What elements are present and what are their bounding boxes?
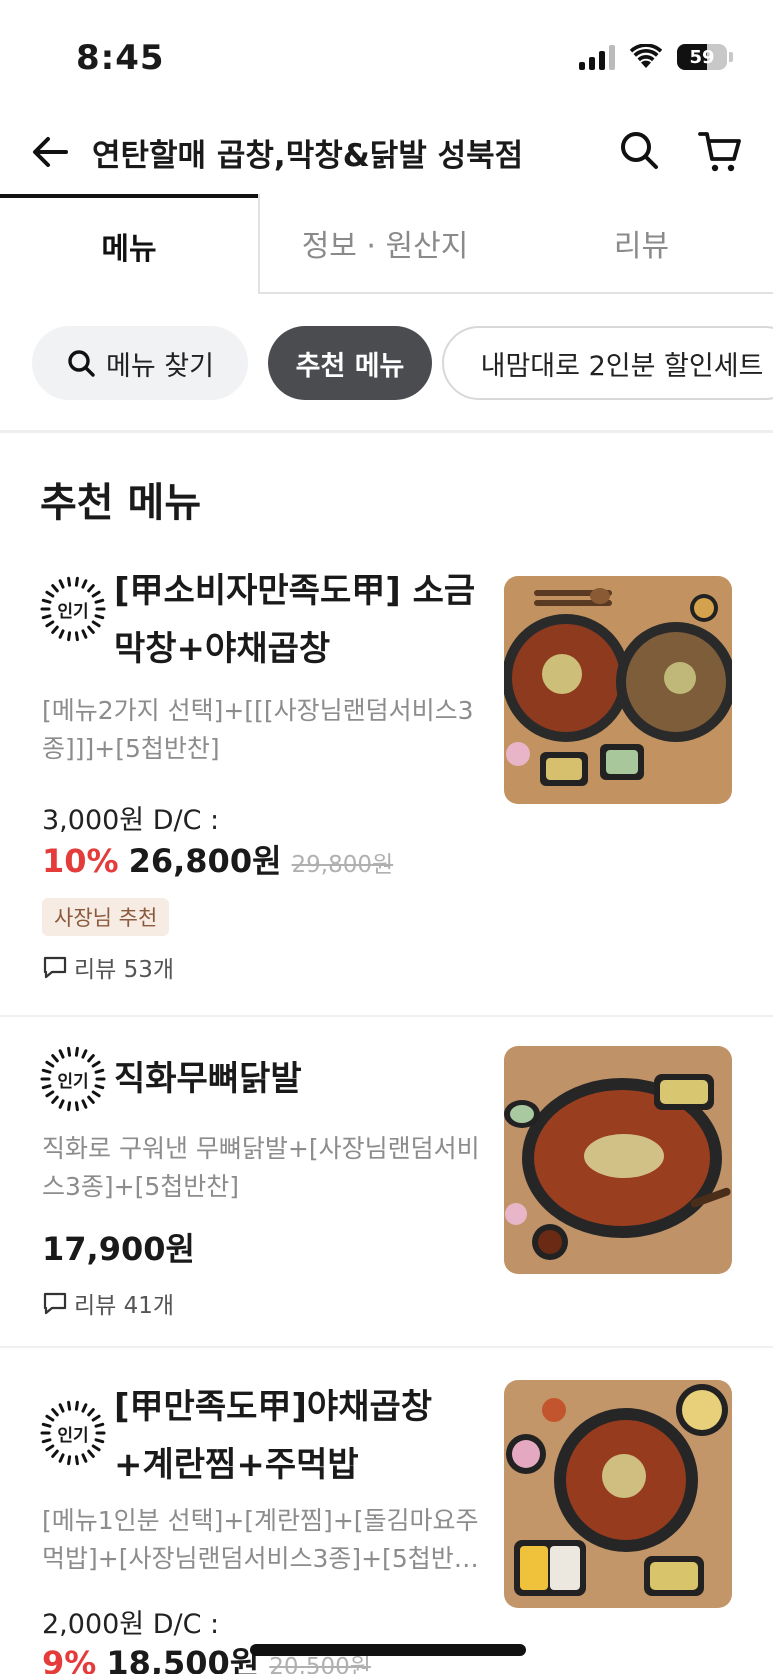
wifi-icon <box>629 44 663 68</box>
set-discount-chip[interactable]: 내맘대로 2인분 할인세트 <box>442 326 773 400</box>
search-icon <box>68 350 95 377</box>
item-name: 직화무뼈닭발 <box>114 1059 302 1099</box>
cart-icon[interactable] <box>697 128 743 174</box>
food-image[interactable] <box>504 1380 732 1608</box>
item-dc-label: 2,000원 D/C : <box>42 1609 220 1640</box>
popular-badge: 인기 <box>40 1046 106 1112</box>
item-name: [甲만족도甲]야채곱창+계란찜+주먹밥 <box>114 1387 433 1485</box>
arrow-left-icon[interactable] <box>28 130 72 174</box>
owner-recommend-tag: 사장님 추천 <box>42 898 170 936</box>
category-chips: 메뉴 찾기 추천 메뉴 내맘대로 2인분 할인세트 <box>0 326 773 402</box>
status-time: 8:45 <box>76 38 165 78</box>
speech-bubble-icon <box>43 956 67 979</box>
store-title: 연탄할매 곱창,막창&닭발 성북점 <box>92 138 524 174</box>
item-divider <box>0 1346 773 1348</box>
tab-info-origin[interactable]: 정보 · 원산지 <box>258 194 510 294</box>
popular-badge-label: 인기 <box>57 602 89 622</box>
review-count-label: 리뷰 53개 <box>74 957 175 983</box>
food-image[interactable] <box>504 1046 732 1274</box>
popular-badge-label: 인기 <box>57 1426 89 1446</box>
recommended-chip[interactable]: 추천 메뉴 <box>268 326 432 400</box>
item-description: 직화로 구워낸 무뼈닭발+[사장님랜덤서비스3종]+[5첩반찬] <box>42 1134 480 1201</box>
menu-item[interactable]: 인기 [甲소비자만족도甲] 소금막창+야채곱창 [메뉴2가지 선택]+[[[사장… <box>0 560 773 1015</box>
item-price: 26,800원 <box>128 842 282 880</box>
popular-badge: 인기 <box>40 1400 106 1466</box>
item-description: [메뉴2가지 선택]+[[[사장님랜덤서비스3종]]]+[5첩반찬] <box>42 696 474 763</box>
item-description: [메뉴1인분 선택]+[계란찜]+[돌김마요주먹밥]+[사장님랜덤서비스3종]+… <box>42 1506 479 1573</box>
item-price: 17,900원 <box>42 1230 195 1268</box>
home-indicator <box>250 1644 526 1656</box>
item-divider <box>0 1015 773 1017</box>
menu-item[interactable]: 인기 [甲만족도甲]야채곱창+계란찜+주먹밥 [메뉴1인분 선택]+[계란찜]+… <box>0 1380 773 1674</box>
item-dc-label: 3,000원 D/C : <box>42 805 220 836</box>
header: 연탄할매 곱창,막창&닭발 성북점 <box>0 110 773 194</box>
price-row: 17,900원 <box>42 1224 195 1270</box>
food-image[interactable] <box>504 576 732 804</box>
price-row: 10% 26,800원 29,800원 <box>42 836 393 882</box>
discount-rate: 10% <box>42 842 119 880</box>
tab-reviews[interactable]: 리뷰 <box>510 194 773 294</box>
battery-percent: 59 <box>689 46 715 68</box>
search-icon[interactable] <box>617 128 661 172</box>
review-count: 리뷰 41개 <box>42 1286 174 1320</box>
status-icons: 59 <box>579 44 733 70</box>
tab-menu[interactable]: 메뉴 <box>0 194 258 294</box>
section-title: 추천 메뉴 <box>40 480 202 526</box>
menu-search-chip[interactable]: 메뉴 찾기 <box>32 326 248 400</box>
popular-badge-label: 인기 <box>57 1072 89 1092</box>
section-divider <box>0 430 773 433</box>
tab-bar: 메뉴 정보 · 원산지 리뷰 <box>0 194 773 294</box>
menu-item[interactable]: 인기 직화무뼈닭발 직화로 구워낸 무뼈닭발+[사장님랜덤서비스3종]+[5첩반… <box>0 1046 773 1346</box>
item-name: [甲소비자만족도甲] 소금막창+야채곱창 <box>114 571 476 669</box>
popular-badge: 인기 <box>40 576 106 642</box>
original-price: 29,800원 <box>291 852 394 878</box>
discount-rate: 9% <box>42 1644 97 1674</box>
review-count: 리뷰 53개 <box>42 950 174 984</box>
battery-icon: 59 <box>677 44 727 70</box>
review-count-label: 리뷰 41개 <box>74 1293 175 1319</box>
speech-bubble-icon <box>43 1292 67 1315</box>
menu-search-label: 메뉴 찾기 <box>106 350 214 382</box>
battery-nub <box>729 52 733 62</box>
signal-icon <box>579 44 615 70</box>
status-bar: 8:45 59 <box>0 0 773 110</box>
item-price: 18,500원 <box>106 1644 260 1674</box>
